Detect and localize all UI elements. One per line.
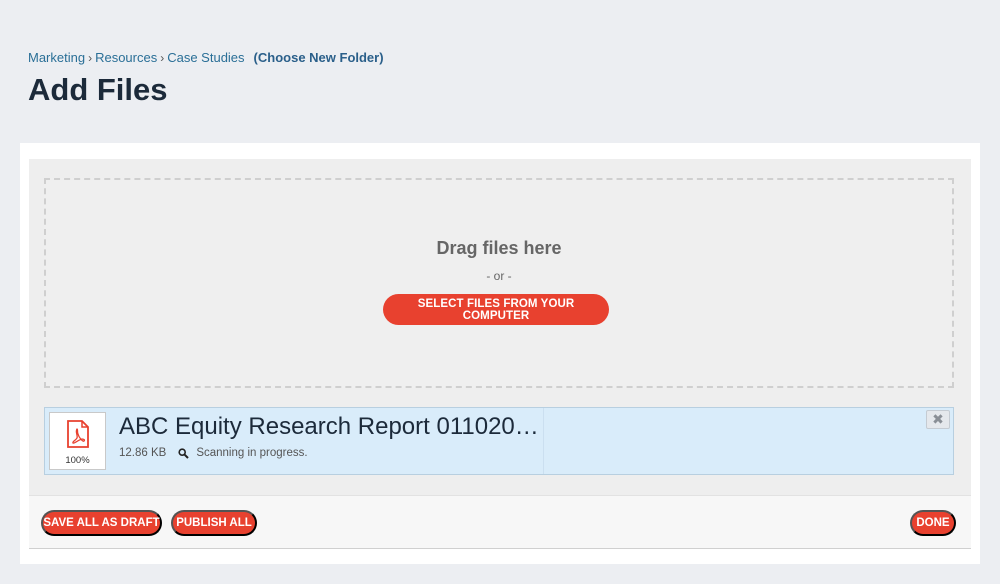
breadcrumb-marketing[interactable]: Marketing [28, 50, 85, 65]
choose-new-folder-link[interactable]: (Choose New Folder) [254, 50, 384, 65]
breadcrumb-separator: › [160, 50, 165, 65]
page-title: Add Files [28, 72, 168, 107]
upload-panel: Drag files here - or - SELECT FILES FROM… [20, 143, 980, 564]
breadcrumb-resources[interactable]: Resources [95, 50, 157, 65]
file-dropzone[interactable]: Drag files here - or - SELECT FILES FROM… [44, 178, 954, 388]
breadcrumb: Marketing › Resources › Case Studies (Ch… [28, 50, 384, 65]
save-all-draft-button[interactable]: SAVE ALL AS DRAFT [41, 510, 162, 536]
action-footer: SAVE ALL AS DRAFT PUBLISH ALL DONE [29, 495, 971, 549]
publish-all-button[interactable]: PUBLISH ALL [171, 510, 257, 536]
breadcrumb-case-studies[interactable]: Case Studies [167, 50, 244, 65]
select-files-button[interactable]: SELECT FILES FROM YOUR COMPUTER [383, 294, 609, 325]
done-button[interactable]: DONE [910, 510, 956, 536]
remove-file-button[interactable]: ✖ [926, 410, 950, 429]
upload-progress: 100% [65, 455, 90, 466]
magnifier-icon [178, 447, 190, 459]
or-separator: - or - [486, 269, 512, 283]
breadcrumb-separator: › [88, 50, 93, 65]
drag-files-title: Drag files here [436, 238, 562, 258]
file-size: 12.86 KB [119, 447, 167, 459]
file-meta: 12.86 KB Scanning in progress. [119, 447, 308, 459]
scan-status: Scanning in progress. [196, 447, 308, 459]
file-thumbnail: 100% [49, 412, 106, 470]
pdf-file-icon [67, 420, 89, 448]
upload-area: Drag files here - or - SELECT FILES FROM… [29, 159, 971, 549]
row-divider [543, 408, 544, 474]
file-row: 100% ABC Equity Research Report 011020… … [44, 407, 954, 475]
file-name[interactable]: ABC Equity Research Report 011020… [119, 413, 539, 441]
